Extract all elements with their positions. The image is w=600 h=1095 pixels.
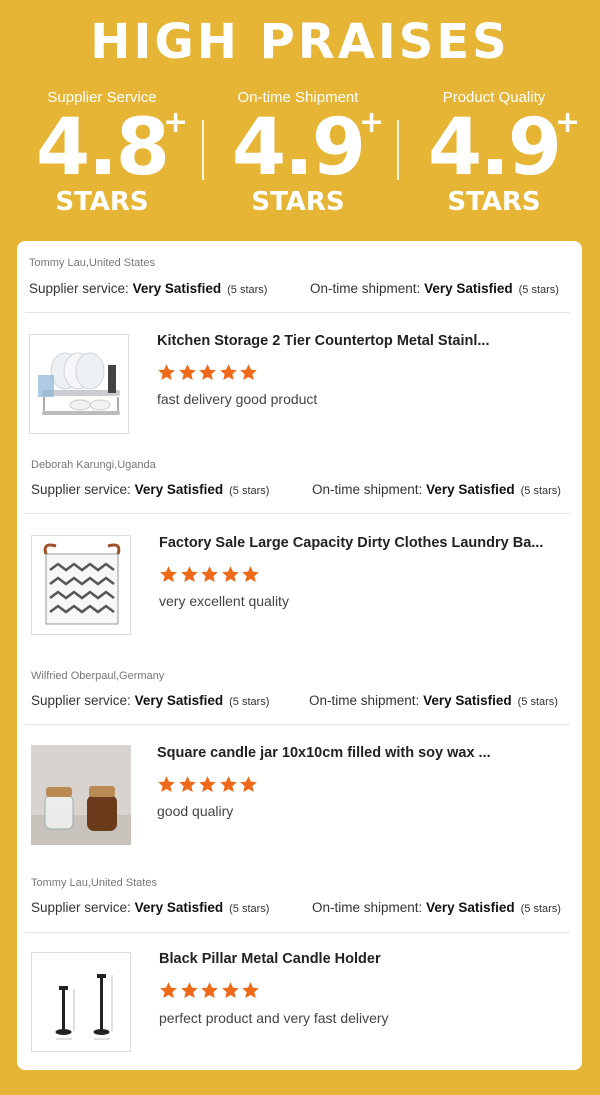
reviewer-name: Deborah Karungi,Uganda	[31, 459, 156, 471]
review-comment: fast delivery good product	[157, 391, 318, 407]
laundry-basket-icon[interactable]	[31, 535, 131, 635]
star-icon	[239, 775, 258, 794]
stat-value: 4.9 +	[231, 103, 384, 193]
stat-supplier-service: Supplier Service 4.8 + STARS	[2, 88, 202, 216]
plus-sign: +	[554, 105, 580, 140]
product-title[interactable]: Square candle jar 10x10cm filled with so…	[157, 745, 567, 761]
star-icon	[159, 565, 178, 584]
divider	[25, 513, 570, 514]
star-rating	[159, 981, 262, 1005]
star-icon	[241, 981, 260, 1000]
divider	[25, 932, 570, 933]
stat-value: 4.9 +	[427, 103, 580, 193]
product-title[interactable]: Black Pillar Metal Candle Holder	[159, 951, 569, 967]
rating-line: Supplier service: Very Satisfied (5 stars…	[29, 281, 559, 296]
stat-product-quality: Product Quality 4.9 + STARS	[394, 88, 594, 216]
review-comment: very excellent quality	[159, 593, 289, 609]
star-icon	[239, 363, 258, 382]
rating-line: Supplier service: Very Satisfied (5 stars…	[31, 482, 561, 497]
star-icon	[178, 775, 197, 794]
star-icon	[200, 565, 219, 584]
reviewer-name: Wilfried Oberpaul,Germany	[31, 670, 165, 682]
reviews-card: Tommy Lau,United States Supplier service…	[17, 241, 582, 1070]
product-title[interactable]: Factory Sale Large Capacity Dirty Clothe…	[159, 535, 569, 551]
star-icon	[241, 565, 260, 584]
star-icon	[219, 363, 238, 382]
divider	[25, 724, 570, 725]
reviewer-name: Tommy Lau,United States	[31, 877, 157, 889]
star-icon	[180, 981, 199, 1000]
review-comment: perfect product and very fast delivery	[159, 1010, 389, 1026]
star-icon	[221, 565, 240, 584]
star-rating	[157, 775, 260, 799]
rating-line: Supplier service: Very Satisfied (5 stars…	[31, 900, 561, 915]
star-icon	[180, 565, 199, 584]
star-icon	[157, 775, 176, 794]
star-icon	[198, 775, 217, 794]
plus-sign: +	[358, 105, 384, 140]
page-title: HIGH PRAISES	[90, 14, 510, 70]
star-rating	[157, 363, 260, 387]
star-icon	[219, 775, 238, 794]
star-icon	[157, 363, 176, 382]
candle-jar-icon[interactable]	[31, 745, 131, 845]
star-icon	[200, 981, 219, 1000]
stat-on-time-shipment: On-time Shipment 4.9 + STARS	[198, 88, 398, 216]
dish-rack-icon[interactable]	[29, 334, 129, 434]
plus-sign: +	[162, 105, 188, 140]
stat-value: 4.8 +	[35, 103, 188, 193]
star-icon	[178, 363, 197, 382]
candle-holder-icon[interactable]	[31, 952, 131, 1052]
reviewer-name: Tommy Lau,United States	[29, 257, 155, 269]
rating-line: Supplier service: Very Satisfied (5 stars…	[31, 693, 558, 708]
star-icon	[198, 363, 217, 382]
star-icon	[159, 981, 178, 1000]
product-title[interactable]: Kitchen Storage 2 Tier Countertop Metal …	[157, 333, 567, 349]
rating-summary: Supplier Service 4.8 + STARS On-time Ship…	[0, 88, 600, 228]
star-rating	[159, 565, 262, 589]
star-icon	[221, 981, 240, 1000]
divider	[25, 312, 570, 313]
review-comment: good qualiry	[157, 803, 234, 819]
